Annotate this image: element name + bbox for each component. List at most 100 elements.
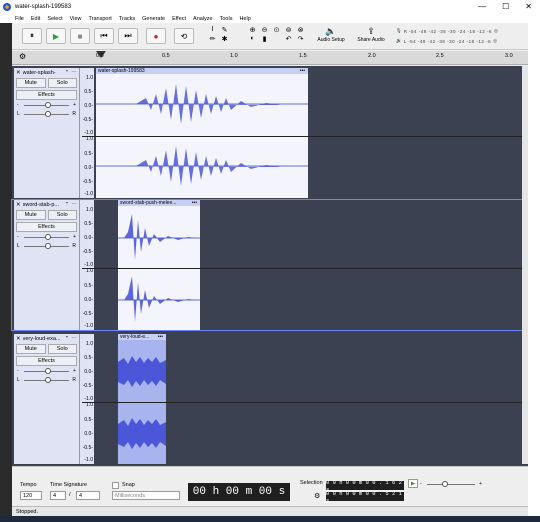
- zoom-toggle-icon[interactable]: ⊗: [295, 26, 306, 34]
- time-sig-denominator[interactable]: 4: [76, 491, 100, 500]
- pan-slider[interactable]: LR: [17, 242, 76, 251]
- menu-help[interactable]: Help: [239, 16, 250, 22]
- ruler-tick: 2.0: [368, 53, 376, 59]
- solo-button[interactable]: Solo: [47, 344, 77, 354]
- multi-tool-icon[interactable]: ✱: [219, 35, 230, 43]
- track-menu-icon[interactable]: ⋯: [71, 70, 77, 76]
- skip-to-start-button[interactable]: ⏮: [94, 28, 114, 44]
- selection-tool-icon[interactable]: I: [207, 26, 218, 34]
- clip-menu-icon[interactable]: •••: [158, 334, 163, 340]
- share-audio-button[interactable]: ⇪ Share Audio: [355, 26, 387, 43]
- vertical-scale[interactable]: 1.0 0.5- 0.0- -0.5- -1.0 1.0 0.5- 0.0- -…: [80, 68, 94, 198]
- record-meter-icon[interactable]: 🎙: [396, 28, 402, 34]
- menu-select[interactable]: Select: [47, 16, 62, 22]
- vertical-scrollbar[interactable]: [522, 66, 528, 464]
- pan-slider[interactable]: LR: [17, 110, 76, 119]
- menu-transport[interactable]: Transport: [88, 16, 111, 22]
- track-control-panel[interactable]: ✕ sword-stab-p... ⌃ ⋯ Mute Solo Effects …: [14, 200, 80, 330]
- selection-end[interactable]: 0 0 h 0 0 m 0 0 . 5 2 1 s: [326, 490, 404, 504]
- time-display[interactable]: 00 h 00 m 00 s: [188, 483, 290, 501]
- menu-edit[interactable]: Edit: [31, 16, 40, 22]
- gain-slider[interactable]: - +: [17, 233, 76, 242]
- menu-generate[interactable]: Generate: [142, 16, 165, 22]
- envelope-tool-icon[interactable]: ✎: [219, 26, 230, 34]
- play-at-speed-button[interactable]: ▶: [408, 479, 418, 488]
- playback-speed-slider[interactable]: - +: [420, 480, 482, 489]
- playback-meter-icon[interactable]: 🔊: [396, 38, 402, 44]
- mute-button[interactable]: Mute: [16, 344, 46, 354]
- gain-slider[interactable]: - +: [17, 367, 76, 376]
- menu-analyze[interactable]: Analyze: [193, 16, 213, 22]
- playback-meter-scale[interactable]: -54 -48 -42 -36 -30 -24 -18 -12 -6: [408, 39, 491, 44]
- gain-slider[interactable]: - +: [17, 101, 76, 110]
- track-name[interactable]: very-loud-exa...: [23, 336, 63, 342]
- clip-menu-icon[interactable]: •••: [300, 68, 305, 74]
- undo-icon[interactable]: ↶: [283, 35, 294, 43]
- solo-button[interactable]: Solo: [47, 210, 77, 220]
- track-close-icon[interactable]: ✕: [16, 70, 21, 76]
- trim-icon[interactable]: ◐: [247, 35, 258, 43]
- playback-volume-icon[interactable]: ◎: [493, 38, 497, 44]
- audio-clip[interactable]: very-loud-e... •••: [118, 334, 166, 464]
- menu-view[interactable]: View: [70, 16, 82, 22]
- record-volume-icon[interactable]: ◎: [494, 28, 498, 34]
- time-sig-numerator[interactable]: 4: [50, 491, 66, 500]
- selection-settings-icon[interactable]: ⚙: [314, 492, 320, 500]
- redo-icon[interactable]: ↷: [295, 35, 306, 43]
- track-menu-icon[interactable]: ⋯: [71, 336, 77, 342]
- level-meters: 🎙 R -54 -48 -42 -36 -30 -24 -18 -12 -6 ◎…: [396, 26, 526, 46]
- draw-tool-icon[interactable]: ✏: [207, 35, 218, 43]
- fit-project-icon[interactable]: ⊚: [283, 26, 294, 34]
- tracks-area[interactable]: ✕ water-splash- ⌃ ⋯ Mute Solo Effects - +…: [11, 66, 528, 466]
- audio-setup-button[interactable]: 🔈 Audio Setup: [314, 26, 348, 43]
- audio-clip[interactable]: water-splash-199583 •••: [96, 68, 308, 198]
- pan-slider[interactable]: LR: [17, 376, 76, 385]
- collapse-icon[interactable]: ⌃: [65, 336, 70, 342]
- vertical-scale[interactable]: 1.0 0.5- 0.0- -0.5- -1.0 1.0 0.5- 0.0- -…: [80, 200, 94, 330]
- skip-to-end-button[interactable]: ⏭: [118, 28, 138, 44]
- menu-tools[interactable]: Tools: [220, 16, 233, 22]
- menu-file[interactable]: File: [15, 16, 24, 22]
- snap-unit-select[interactable]: Milliseconds: [112, 491, 180, 500]
- stop-button[interactable]: ■: [70, 28, 90, 44]
- pause-button[interactable]: ⏸: [22, 28, 42, 44]
- effects-button[interactable]: Effects: [16, 222, 77, 232]
- timeline-ruler[interactable]: ⚙ 0.0 0.5 1.0 1.5 2.0 2.5 3.0: [12, 51, 528, 65]
- zoom-out-icon[interactable]: ⊖: [259, 26, 270, 34]
- snap-checkbox[interactable]: [112, 482, 119, 489]
- track-close-icon[interactable]: ✕: [16, 202, 21, 208]
- menu-effect[interactable]: Effect: [172, 16, 186, 22]
- collapse-icon[interactable]: ⌃: [65, 202, 70, 208]
- record-button[interactable]: ●: [146, 28, 166, 44]
- track-name[interactable]: water-splash-: [23, 70, 63, 76]
- record-meter-scale[interactable]: -54 -48 -42 -36 -30 -24 -18 -12 -6: [409, 29, 492, 34]
- tools-grid: I ✎ ✏ ✱: [207, 26, 230, 43]
- mute-button[interactable]: Mute: [16, 210, 46, 220]
- fit-selection-icon[interactable]: ⊙: [271, 26, 282, 34]
- silence-icon[interactable]: ▮: [259, 35, 270, 43]
- play-button[interactable]: ▶: [46, 28, 66, 44]
- timeline-settings-icon[interactable]: ⚙: [19, 52, 26, 61]
- zoom-in-icon[interactable]: ⊕: [247, 26, 258, 34]
- track-close-icon[interactable]: ✕: [16, 336, 21, 342]
- track-name[interactable]: sword-stab-p...: [23, 202, 63, 208]
- audio-clip[interactable]: sword-stab-push-melee... •••: [118, 200, 200, 330]
- effects-button[interactable]: Effects: [16, 90, 77, 100]
- vertical-scale[interactable]: 1.0 0.5- 0.0- -0.5- -1.0 1.0 0.5- 0.0- -…: [80, 334, 94, 464]
- clip-header[interactable]: very-loud-e... •••: [118, 334, 166, 340]
- track-menu-icon[interactable]: ⋯: [71, 202, 77, 208]
- collapse-icon[interactable]: ⌃: [65, 70, 70, 76]
- mute-button[interactable]: Mute: [16, 78, 46, 88]
- effects-button[interactable]: Effects: [16, 356, 77, 366]
- track-control-panel[interactable]: ✕ water-splash- ⌃ ⋯ Mute Solo Effects - +…: [14, 68, 80, 198]
- solo-button[interactable]: Solo: [47, 78, 77, 88]
- loop-button[interactable]: ⟲: [174, 28, 194, 44]
- tempo-input[interactable]: 120: [20, 491, 42, 500]
- clip-menu-icon[interactable]: •••: [192, 200, 197, 206]
- menu-tracks[interactable]: Tracks: [119, 16, 135, 22]
- maximize-button[interactable]: ☐: [502, 2, 509, 11]
- minimize-button[interactable]: —: [478, 2, 486, 11]
- scale-label: 0.0-: [84, 369, 93, 375]
- close-button[interactable]: ✕: [525, 2, 532, 11]
- track-control-panel[interactable]: ✕ very-loud-exa... ⌃ ⋯ Mute Solo Effects…: [14, 334, 80, 464]
